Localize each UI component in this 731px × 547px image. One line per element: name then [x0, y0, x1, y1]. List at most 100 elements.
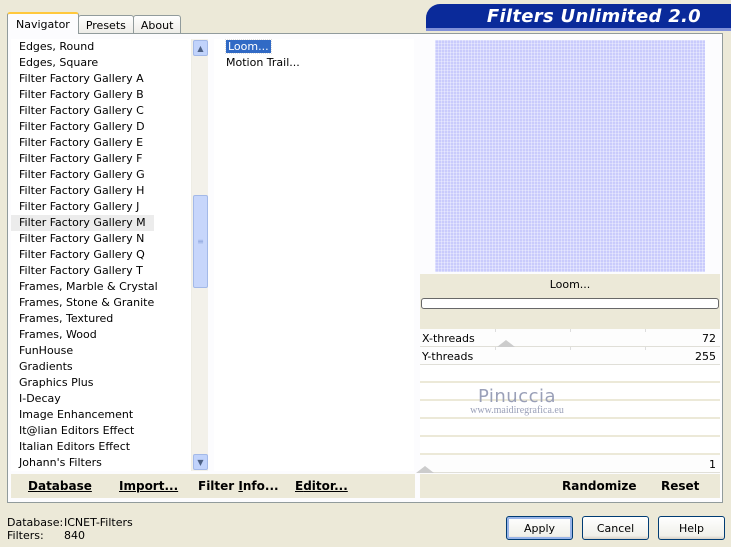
preview-filter-name: Loom...: [549, 278, 591, 291]
slider-empty: [420, 419, 720, 437]
category-item[interactable]: Filter Factory Gallery B: [11, 87, 208, 103]
category-item[interactable]: Filter Factory Gallery F: [11, 151, 208, 167]
slider-empty: [420, 401, 720, 419]
category-item-label: Italian Editors Effect: [19, 440, 131, 453]
cancel-button[interactable]: Cancel: [582, 516, 649, 540]
category-item-label: Filter Factory Gallery B: [19, 88, 144, 101]
apply-button[interactable]: Apply: [506, 516, 573, 540]
category-item-label: Filter Factory Gallery C: [19, 104, 144, 117]
category-item-label: Gradients: [19, 360, 73, 373]
chevron-up-icon: ▲: [197, 43, 204, 53]
scroll-thumb[interactable]: ≡: [193, 195, 208, 288]
category-item-label: It@lian Editors Effect: [19, 424, 135, 437]
category-item-label: Filter Factory Gallery Q: [19, 248, 145, 261]
category-item[interactable]: Filter Factory Gallery H: [11, 183, 208, 199]
category-scrollbar[interactable]: ▲ ≡ ▼: [191, 39, 208, 471]
editor-button[interactable]: Editor...: [295, 479, 348, 493]
reset-button[interactable]: Reset: [661, 479, 699, 493]
category-item[interactable]: Frames, Stone & Granite: [11, 295, 208, 311]
category-item[interactable]: Frames, Textured: [11, 311, 208, 327]
slider-last[interactable]: 1: [416, 455, 720, 473]
slider-y-threads[interactable]: Y-threads 255: [420, 347, 720, 365]
help-button[interactable]: Help: [658, 516, 725, 540]
status-filters-value: 840: [64, 529, 85, 542]
import-button[interactable]: Import...: [119, 479, 178, 493]
category-item-label: FunHouse: [19, 344, 74, 357]
status-filters-label: Filters:: [7, 529, 44, 542]
database-button-u: D: [28, 479, 38, 493]
tab-presets[interactable]: Presets: [77, 15, 134, 34]
category-item[interactable]: FunHouse: [11, 343, 208, 359]
category-item[interactable]: Filter Factory Gallery M: [11, 215, 208, 231]
category-item-label: Edges, Round: [19, 40, 95, 53]
category-item[interactable]: Filter Factory Gallery T: [11, 263, 208, 279]
randomize-button[interactable]: Randomize: [562, 479, 636, 493]
category-item-label: Frames, Marble & Crystal: [19, 280, 158, 293]
category-item-label: Filter Factory Gallery T: [19, 264, 143, 277]
category-item-label: Filter Factory Gallery J: [19, 200, 140, 213]
status-database-label: Database:: [7, 516, 64, 529]
import-button-rest: mport...: [123, 479, 179, 493]
filter-item-label: Loom...: [225, 39, 272, 54]
category-item[interactable]: Italian Editors Effect: [11, 439, 208, 455]
category-item[interactable]: Frames, Wood: [11, 327, 208, 343]
category-item[interactable]: Filter Factory Gallery C: [11, 103, 208, 119]
category-item-label: Frames, Wood: [19, 328, 97, 341]
category-item-label: Filter Factory Gallery M: [11, 215, 154, 231]
slider-empty: [420, 365, 720, 383]
category-item-label: Filter Factory Gallery E: [19, 136, 144, 149]
tab-bar: Navigator Presets About: [7, 12, 182, 34]
slider-label: Y-threads: [422, 350, 474, 363]
category-list[interactable]: Edges, Round Edges, Square Filter Factory …: [11, 39, 208, 471]
grip-icon: ≡: [197, 237, 204, 246]
category-item-label: Filter Factory Gallery F: [19, 152, 143, 165]
category-item[interactable]: Edges, Round: [11, 39, 208, 55]
category-item[interactable]: Filter Factory Gallery A: [11, 71, 208, 87]
slider-value: 72: [702, 332, 716, 345]
filter-item-loom[interactable]: Loom...: [214, 39, 414, 55]
category-item[interactable]: Gradients: [11, 359, 208, 375]
tab-about[interactable]: About: [132, 15, 182, 34]
category-item[interactable]: It@lian Editors Effect: [11, 423, 208, 439]
category-item[interactable]: Filter Factory Gallery N: [11, 231, 208, 247]
editor-button-u: E: [295, 479, 304, 493]
category-item[interactable]: Filter Factory Gallery D: [11, 119, 208, 135]
category-item-label: Filter Factory Gallery G: [19, 168, 145, 181]
slider-empty: [420, 383, 720, 401]
database-button[interactable]: Database: [28, 479, 92, 493]
status-database-value: ICNET-Filters: [64, 516, 133, 529]
filter-item-label: Motion Trail...: [226, 56, 300, 69]
category-item[interactable]: Image Enhancement: [11, 407, 208, 423]
tab-navigator-label: Navigator: [16, 17, 70, 31]
category-item-label: Filter Factory Gallery H: [19, 184, 145, 197]
category-item[interactable]: Frames, Marble & Crystal: [11, 279, 208, 295]
progress-bar: [421, 298, 719, 309]
filter-list[interactable]: Loom... Motion Trail...: [214, 39, 414, 471]
scroll-down-button[interactable]: ▼: [193, 454, 208, 470]
chevron-down-icon: ▼: [197, 457, 204, 467]
filter-item-motion-trail[interactable]: Motion Trail...: [214, 55, 414, 71]
preview-image: [435, 40, 705, 272]
category-item-label: Image Enhancement: [19, 408, 134, 421]
category-item-label: Filter Factory Gallery A: [19, 72, 144, 85]
slider-thumb-icon[interactable]: [416, 466, 434, 473]
slider-thumb-icon[interactable]: [497, 340, 515, 347]
tab-navigator[interactable]: Navigator: [7, 12, 79, 34]
slider-x-threads[interactable]: X-threads 72: [420, 329, 720, 347]
category-item[interactable]: Filter Factory Gallery Q: [11, 247, 208, 263]
filter-info-button[interactable]: Filter Info...: [198, 479, 279, 493]
filter-info-button-a: Filter: [198, 479, 239, 493]
category-item[interactable]: Filter Factory Gallery J: [11, 199, 208, 215]
category-item[interactable]: Graphics Plus: [11, 375, 208, 391]
category-item[interactable]: Filter Factory Gallery G: [11, 167, 208, 183]
category-item[interactable]: Edges, Square: [11, 55, 208, 71]
slider-value: 1: [709, 458, 716, 471]
category-item[interactable]: Filter Factory Gallery E: [11, 135, 208, 151]
category-item[interactable]: Johann's Filters: [11, 455, 208, 471]
tab-about-label: About: [140, 18, 174, 32]
app-banner: Filters Unlimited 2.0: [426, 4, 731, 31]
database-button-rest: atabase: [37, 479, 92, 493]
category-item-label: Graphics Plus: [19, 376, 94, 389]
category-item[interactable]: I-Decay: [11, 391, 208, 407]
scroll-up-button[interactable]: ▲: [193, 40, 208, 56]
